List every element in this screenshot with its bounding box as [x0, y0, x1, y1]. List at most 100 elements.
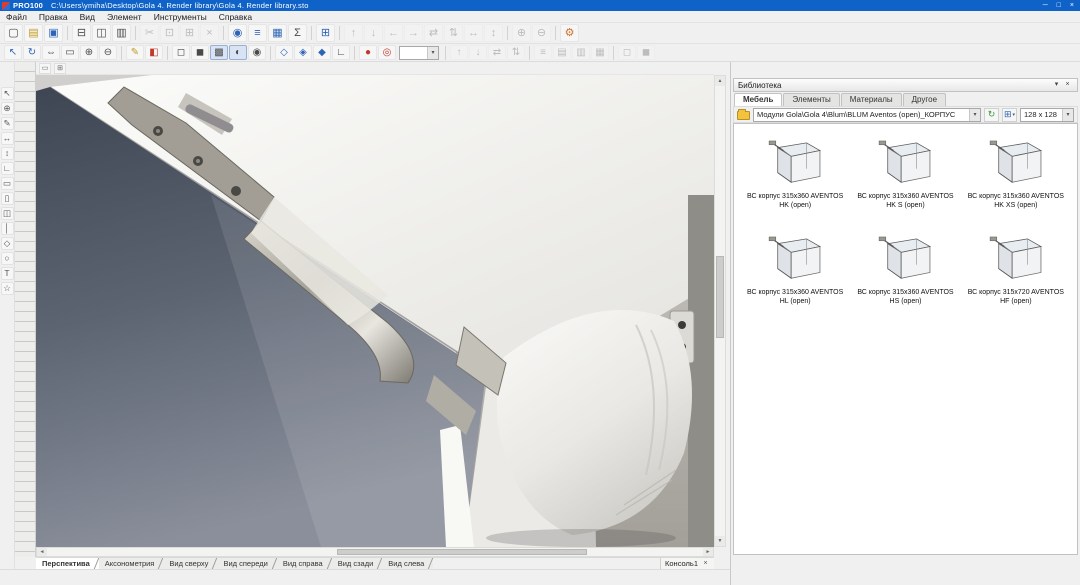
scroll-up-arrow[interactable]: ▲	[715, 76, 725, 86]
align-right-button[interactable]: →	[404, 24, 423, 42]
lock-button[interactable]: ◻	[618, 45, 636, 60]
menu-tools[interactable]: Инструменты	[148, 11, 213, 22]
library-path-combobox[interactable]: Модули Gola\Gola 4\Blum\BLUM Aventos (op…	[753, 107, 981, 122]
menu-help[interactable]: Справка	[213, 11, 258, 22]
settings-button[interactable]: ⚙	[560, 24, 579, 42]
distribute-horizontal-button[interactable]: ↔	[464, 24, 483, 42]
text-tool-button[interactable]: T	[0, 267, 14, 280]
flip-vertical-button[interactable]: ⇅	[507, 45, 525, 60]
library-tab-other[interactable]: Другое	[902, 93, 947, 106]
scroll-left-arrow[interactable]: ◄	[37, 548, 47, 556]
align-left-button[interactable]: ←	[384, 24, 403, 42]
menu-edit[interactable]: Правка	[33, 11, 74, 22]
library-tab-materials[interactable]: Материалы	[840, 93, 902, 106]
update-library-button[interactable]: ◉	[228, 24, 247, 42]
center-vertical-button[interactable]: ⇅	[444, 24, 463, 42]
align-faces-button[interactable]: ≡	[534, 45, 552, 60]
library-tab-furniture[interactable]: Мебель	[734, 93, 783, 106]
library-item[interactable]: ВС корпус 315x360 AVENTOS HK (open)	[743, 140, 847, 210]
calculation-button[interactable]: Σ	[288, 24, 307, 42]
fit-both-button[interactable]: ▦	[591, 45, 609, 60]
horizontal-scroll-thumb[interactable]	[337, 549, 587, 555]
new-document-button[interactable]: ▢	[4, 24, 23, 42]
pointer-tool-button[interactable]: ↖	[0, 87, 14, 100]
update-library-button[interactable]: ↻	[984, 107, 999, 122]
minimize-button[interactable]: ─	[1043, 0, 1048, 11]
guides-toggle-button[interactable]: ⊞	[54, 62, 66, 74]
dimension-vertical-button[interactable]: ↕	[0, 147, 14, 160]
board-tool-button[interactable]: ▯	[0, 192, 14, 205]
price-list-button[interactable]: ▦	[268, 24, 287, 42]
shadows-mode-button[interactable]: ◐	[229, 45, 247, 60]
menu-file[interactable]: Файл	[0, 11, 33, 22]
view-tab-back[interactable]: Вид сзади	[331, 558, 383, 569]
zoom-out-button[interactable]: ⊖	[99, 45, 117, 60]
flip-horizontal-button[interactable]: ⇄	[488, 45, 506, 60]
view-tab-left[interactable]: Вид слева	[382, 558, 434, 569]
solid-mode-button[interactable]: ◼	[191, 45, 209, 60]
library-item[interactable]: ВС корпус 315x360 AVENTOS HL (open)	[743, 236, 847, 306]
panel-tool-button[interactable]: ◫	[0, 207, 14, 220]
fit-height-button[interactable]: ▥	[572, 45, 590, 60]
edit-mode-button[interactable]: ✎	[126, 45, 144, 60]
close-button[interactable]: ×	[1070, 0, 1074, 11]
delete-button[interactable]: ×	[200, 24, 219, 42]
open-button[interactable]: ▤	[24, 24, 43, 42]
dimension-horizontal-button[interactable]: ↔	[0, 132, 14, 145]
ruler-toggle-button[interactable]: ▭	[39, 62, 51, 74]
shape-tool-button[interactable]: ◇	[0, 237, 14, 250]
view-tab-axonometry[interactable]: Аксонометрия	[98, 558, 164, 569]
circle-tool-button[interactable]: ○	[0, 252, 14, 265]
fit-width-button[interactable]: ▤	[553, 45, 571, 60]
pan-view-button[interactable]: ⇔	[42, 45, 60, 60]
zoom-level-combobox[interactable]: ▾	[399, 45, 439, 60]
view-mode-button[interactable]: ⊞ ▾	[1002, 107, 1017, 122]
angle-tool-button[interactable]: ∟	[0, 162, 14, 175]
move-down-button[interactable]: ↓	[469, 45, 487, 60]
menu-element[interactable]: Элемент	[101, 11, 148, 22]
align-bottom-button[interactable]: ↓	[364, 24, 383, 42]
console-close-icon[interactable]: ×	[701, 560, 710, 567]
report-button[interactable]: ≡	[248, 24, 267, 42]
panel-menu-button[interactable]: ▾	[1051, 79, 1062, 91]
rotate-view-button[interactable]: ↻	[23, 45, 41, 60]
snap-point-button[interactable]: ◈	[294, 45, 312, 60]
unlock-button[interactable]: ◼	[637, 45, 655, 60]
library-item[interactable]: ВС корпус 315x360 AVENTOS HK XS (open)	[964, 140, 1068, 210]
zoom-in-button[interactable]: ⊕	[80, 45, 98, 60]
ortho-mode-button[interactable]: ∟	[332, 45, 350, 60]
zoom-tool-button[interactable]: ⊕	[0, 102, 14, 115]
material-mode-button[interactable]: ◧	[145, 45, 163, 60]
library-item[interactable]: ВС корпус 315x360 AVENTOS HK S (open)	[853, 140, 957, 210]
console-tab[interactable]: Консоль1	[665, 558, 698, 569]
star-tool-button[interactable]: ☆	[0, 282, 14, 295]
thumbnail-size-combobox[interactable]: 128 x 128 ▾	[1020, 107, 1074, 122]
grid-button[interactable]: ⊞	[316, 24, 335, 42]
snap-grid-button[interactable]: ◇	[275, 45, 293, 60]
library-item[interactable]: ВС корпус 315x720 AVENTOS HF (open)	[964, 236, 1068, 306]
visibility-button[interactable]: ◉	[248, 45, 266, 60]
rod-tool-button[interactable]: │	[0, 222, 14, 235]
print-preview-button[interactable]: ◫	[92, 24, 111, 42]
print-button[interactable]: ⊟	[72, 24, 91, 42]
horizontal-scrollbar[interactable]: ◄ ►	[36, 547, 714, 557]
cut-button[interactable]: ✂	[140, 24, 159, 42]
library-tab-elements[interactable]: Элементы	[783, 93, 840, 106]
camera-button[interactable]: ●	[359, 45, 377, 60]
scroll-right-arrow[interactable]: ►	[703, 548, 713, 556]
distribute-vertical-button[interactable]: ↕	[484, 24, 503, 42]
maximize-button[interactable]: □	[1057, 0, 1061, 11]
menu-view[interactable]: Вид	[74, 11, 101, 22]
render-button[interactable]: ◎	[378, 45, 396, 60]
vertical-scroll-thumb[interactable]	[716, 256, 724, 338]
scroll-down-arrow[interactable]: ▼	[715, 536, 725, 546]
library-item[interactable]: ВС корпус 315x360 AVENTOS HS (open)	[853, 236, 957, 306]
center-horizontal-button[interactable]: ⇄	[424, 24, 443, 42]
view-tab-right[interactable]: Вид справа	[276, 558, 332, 569]
panel-close-button[interactable]: ×	[1062, 79, 1073, 91]
group-button[interactable]: ⊕	[512, 24, 531, 42]
paste-button[interactable]: ⊞	[180, 24, 199, 42]
page-setup-button[interactable]: ▥	[112, 24, 131, 42]
zoom-window-button[interactable]: ▭	[61, 45, 79, 60]
align-top-button[interactable]: ↑	[344, 24, 363, 42]
